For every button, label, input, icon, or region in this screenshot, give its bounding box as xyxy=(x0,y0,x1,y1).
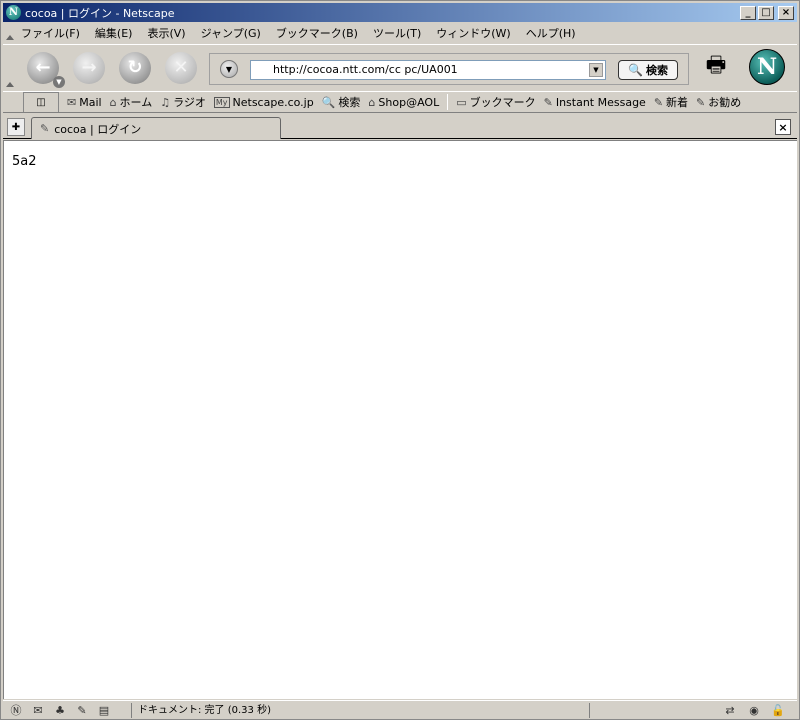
back-dropdown-icon[interactable]: ▼ xyxy=(53,75,65,88)
menu-go[interactable]: ジャンプ(G) xyxy=(193,25,268,41)
sidebar-toggle-icon[interactable]: ◫ xyxy=(23,92,59,112)
address-input[interactable]: http://cocoa.ntt.com/cc pc/UA001 ▼ xyxy=(250,60,606,80)
menu-view[interactable]: 表示(V) xyxy=(139,25,192,41)
search-button-label: 検索 xyxy=(645,64,668,77)
home-icon: ⌂ xyxy=(109,95,117,109)
aim-icon[interactable]: ♣ xyxy=(51,702,69,718)
page-content[interactable]: 5a2 xyxy=(3,140,797,699)
minimize-button[interactable]: _ xyxy=(740,5,756,20)
netscape-logo[interactable]: N xyxy=(749,49,785,85)
status-progress-cell xyxy=(589,703,713,718)
menu-tools[interactable]: ツール(T) xyxy=(365,25,428,41)
back-arrow-icon: ← xyxy=(35,57,51,78)
stop-icon: ✕ xyxy=(173,57,189,78)
netscape-status-icon[interactable]: Ⓝ xyxy=(7,702,25,718)
forward-button[interactable]: → xyxy=(73,51,105,84)
toolbar-grip-icon[interactable] xyxy=(3,45,14,90)
personal-toolbar: ◫ ✉ Mail ⌂ ホーム ♫ ラジオ My Netscape.co.jp 🔍… xyxy=(3,91,797,113)
online-status-icon[interactable]: ⇄ xyxy=(721,702,739,718)
bookmark-link-icon: ✎ xyxy=(696,95,706,109)
bookmark-recommended[interactable]: ✎ お勧め xyxy=(696,94,741,110)
mail-icon[interactable]: ✉ xyxy=(29,702,47,718)
close-button[interactable]: × xyxy=(778,5,794,20)
netscape-app-icon: N xyxy=(6,5,21,20)
my-icon: My xyxy=(213,96,230,108)
bookmark-home[interactable]: ⌂ ホーム xyxy=(110,94,153,110)
bookmark-radio[interactable]: ♫ ラジオ xyxy=(160,94,206,110)
url-toolbar: ▼ http://cocoa.ntt.com/cc pc/UA001 ▼ 🔍 検… xyxy=(209,53,689,85)
toolbar-separator xyxy=(447,94,449,110)
reload-button[interactable]: ↻ xyxy=(119,51,151,84)
tab-label: cocoa | ログイン xyxy=(54,122,142,136)
bookmark-shop[interactable]: ⌂ Shop@AOL xyxy=(368,96,439,109)
menu-bookmarks[interactable]: ブックマーク(B) xyxy=(268,25,365,41)
title-bar[interactable]: N cocoa | ログイン - Netscape _ □ × xyxy=(3,3,797,22)
new-tab-icon[interactable]: ✚ xyxy=(7,118,25,136)
mail-icon: ✉ xyxy=(67,95,77,109)
magnifier-icon: 🔍 xyxy=(628,63,643,77)
close-tab-icon[interactable]: × xyxy=(775,119,791,135)
bookmark-netscape[interactable]: My Netscape.co.jp xyxy=(213,96,314,109)
page-link-icon: ✎ xyxy=(40,122,50,135)
menu-edit[interactable]: 編集(E) xyxy=(87,25,140,41)
back-button[interactable]: ← ▼ xyxy=(27,51,65,88)
window-title: cocoa | ログイン - Netscape xyxy=(25,6,175,20)
search-icon: 🔍 xyxy=(321,95,336,109)
status-text: ドキュメント: 完了 (0.33 秒) xyxy=(131,703,589,718)
browser-window: N cocoa | ログイン - Netscape _ □ × ファイル(F) … xyxy=(0,0,800,720)
status-bar: Ⓝ ✉ ♣ ✎ ▤ ドキュメント: 完了 (0.33 秒) ⇄ ◉ 🔓 xyxy=(3,700,797,719)
folder-icon: ▭ xyxy=(456,95,467,109)
security-lock-icon[interactable]: 🔓 xyxy=(769,702,787,718)
navigation-toolbar: ← ▼ → ↻ ✕ ▼ http://cocoa.ntt.com/cc pc/U… xyxy=(3,44,797,90)
bookmark-mail[interactable]: ✉ Mail xyxy=(67,96,102,109)
toolbar-grip-icon[interactable] xyxy=(3,23,14,43)
search-button[interactable]: 🔍 検索 xyxy=(618,60,678,80)
status-right-icons: ⇄ ◉ 🔓 xyxy=(715,702,787,718)
print-icon[interactable]: 🖶 xyxy=(699,51,733,83)
composer-icon[interactable]: ✎ xyxy=(73,702,91,718)
bookmark-link-icon: ✎ xyxy=(543,95,553,109)
menu-help[interactable]: ヘルプ(H) xyxy=(518,25,583,41)
address-dropdown-icon[interactable]: ▼ xyxy=(589,63,603,77)
address-book-icon[interactable]: ▤ xyxy=(95,702,113,718)
menu-window[interactable]: ウィンドウ(W) xyxy=(428,25,517,41)
address-value: http://cocoa.ntt.com/cc pc/UA001 xyxy=(273,63,458,76)
shop-icon: ⌂ xyxy=(368,95,376,109)
bookmark-instant-message[interactable]: ✎ Instant Message xyxy=(544,96,646,109)
tab-strip: ✚ ✎ cocoa | ログイン × xyxy=(3,115,797,139)
forward-arrow-icon: → xyxy=(81,57,97,78)
tab-cocoa-login[interactable]: ✎ cocoa | ログイン xyxy=(31,117,281,139)
stop-button[interactable]: ✕ xyxy=(165,51,197,84)
bookmark-link-icon: ✎ xyxy=(653,95,664,109)
menu-file[interactable]: ファイル(F) xyxy=(13,25,87,41)
bookmark-search[interactable]: 🔍 検索 xyxy=(322,94,361,110)
bookmark-folder[interactable]: ▭ ブックマーク xyxy=(456,94,535,110)
privacy-eye-icon[interactable]: ◉ xyxy=(745,702,763,718)
headphones-icon: ♫ xyxy=(160,95,171,109)
menu-bar: ファイル(F) 編集(E) 表示(V) ジャンプ(G) ブックマーク(B) ツー… xyxy=(3,23,797,43)
page-body-text: 5a2 xyxy=(12,154,37,169)
maximize-button[interactable]: □ xyxy=(758,5,774,20)
url-go-icon[interactable]: ▼ xyxy=(220,60,238,78)
reload-icon: ↻ xyxy=(127,57,143,78)
bookmark-new[interactable]: ✎ 新着 xyxy=(654,94,688,110)
